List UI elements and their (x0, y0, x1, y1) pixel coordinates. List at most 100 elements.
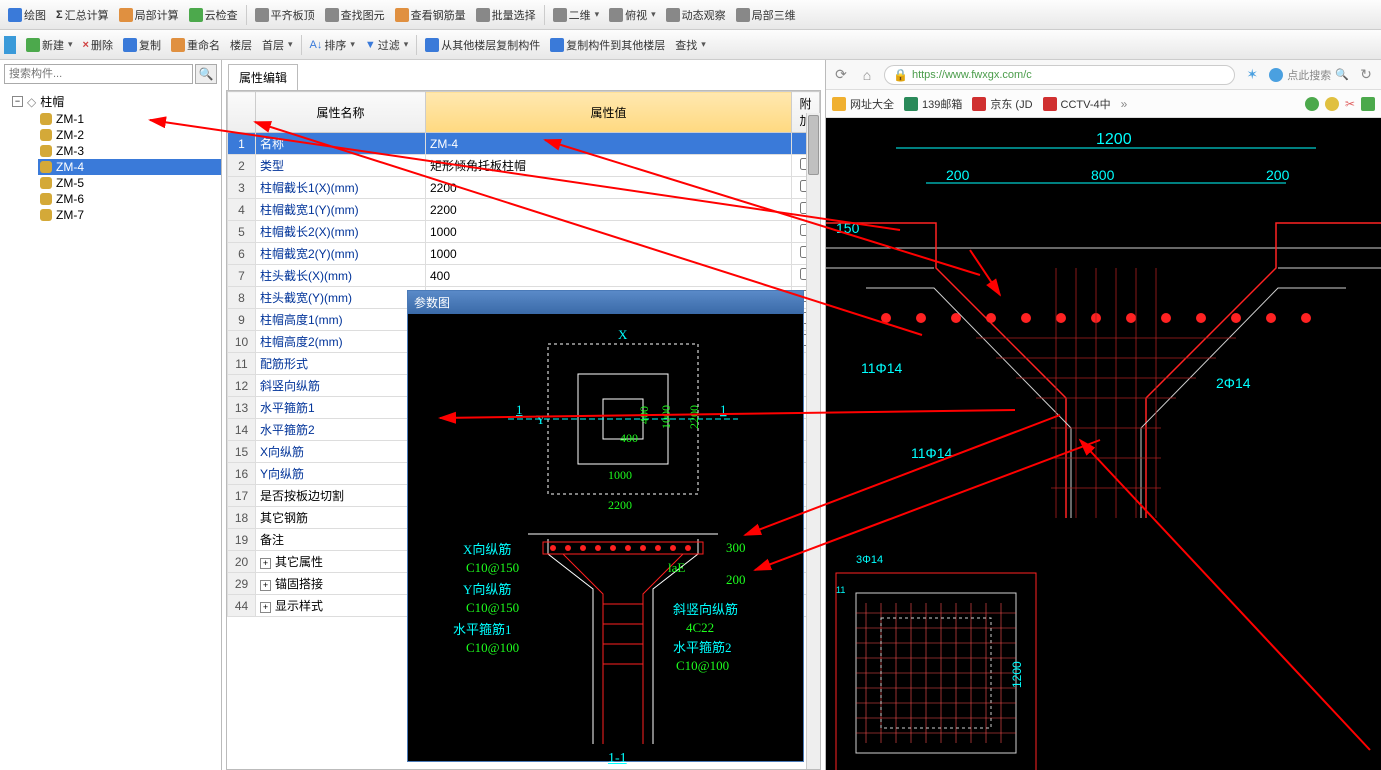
prop-name: 柱帽截宽1(Y)(mm) (256, 199, 426, 221)
dim-200a: 200 (946, 167, 970, 183)
tb-copyto[interactable]: 复制构件到其他楼层 (546, 35, 669, 55)
tb-sort[interactable]: A↓排序 (306, 35, 359, 55)
ext-icon-3[interactable] (1361, 97, 1375, 111)
prop-value[interactable]: 矩形倾角托板柱帽 (426, 155, 792, 177)
home-icon[interactable]: ⌂ (858, 66, 876, 84)
properties-tab[interactable]: 属性编辑 (228, 64, 298, 90)
bookmark-item[interactable]: CCTV-4中 (1043, 96, 1111, 112)
prop-row[interactable]: 2类型矩形倾角托板柱帽 (228, 155, 820, 177)
reload-icon[interactable]: ↻ (1357, 66, 1375, 84)
tb-floor-select[interactable]: 首层 (258, 35, 297, 55)
svg-text:Y向纵筋: Y向纵筋 (463, 582, 511, 597)
row-number: 18 (228, 507, 256, 529)
bookmark-item[interactable]: 京东 (JD (972, 96, 1032, 112)
tb-sum[interactable]: Σ 汇总计算 (52, 5, 113, 25)
gear-icon (40, 113, 52, 125)
search-button[interactable]: 🔍 (195, 64, 217, 84)
url-box[interactable]: 🔒 https://www.fwxgx.com/c (884, 65, 1235, 85)
properties-scrollbar[interactable] (806, 113, 820, 769)
tb-copyfrom[interactable]: 从其他楼层复制构件 (421, 35, 544, 55)
dim-1200-b: 1200 (1010, 661, 1024, 688)
refresh-icon[interactable]: ⟳ (832, 66, 850, 84)
row-number: 29 (228, 573, 256, 595)
svg-text:C10@100: C10@100 (466, 640, 519, 655)
prop-row[interactable]: 7柱头截长(X)(mm)400 (228, 265, 820, 287)
paw-icon (1269, 68, 1283, 82)
tb-local[interactable]: 局部计算 (115, 5, 183, 25)
tree-item-label: ZM-3 (56, 144, 84, 158)
prop-value[interactable]: ZM-4 (426, 133, 792, 155)
tree-item-zm-3[interactable]: ZM-3 (38, 143, 221, 159)
prop-row[interactable]: 1名称ZM-4 (228, 133, 820, 155)
svg-text:4C22: 4C22 (686, 620, 714, 635)
svg-text:C10@150: C10@150 (466, 560, 519, 575)
prop-value[interactable]: 400 (426, 265, 792, 287)
ext-scissors-icon[interactable]: ✂ (1345, 97, 1355, 111)
prop-value[interactable]: 2200 (426, 177, 792, 199)
svg-text:2200: 2200 (608, 498, 632, 512)
prop-row[interactable]: 6柱帽截宽2(Y)(mm)1000 (228, 243, 820, 265)
tb-slab[interactable]: 平齐板顶 (251, 5, 319, 25)
rebar-2phi14: 2Φ14 (1216, 375, 1251, 391)
tb-filter[interactable]: ▼过滤 (361, 35, 412, 55)
bookmark-item[interactable]: 139邮箱 (904, 96, 962, 112)
row-number: 19 (228, 529, 256, 551)
tb-cloud[interactable]: 云检查 (185, 5, 242, 25)
tree-item-zm-1[interactable]: ZM-1 (38, 111, 221, 127)
prop-name: 水平箍筋1 (256, 397, 426, 419)
tb-batch[interactable]: 批量选择 (472, 5, 540, 25)
tree-item-zm-4[interactable]: ZM-4 (38, 159, 221, 175)
parameter-diagram-window[interactable]: 参数图 X Y 1 1 400 400 1000 1000 2200 2200 (407, 290, 804, 762)
main-toolbar-2: 新建 ×删除 复制 重命名 楼层 首层 A↓排序 ▼过滤 从其他楼层复制构件 复… (0, 30, 1381, 60)
prop-value[interactable]: 2200 (426, 199, 792, 221)
tb-viewmode[interactable]: 二维 (549, 5, 604, 25)
tb-rebar[interactable]: 查看钢筋量 (391, 5, 470, 25)
svg-text:400: 400 (620, 431, 638, 445)
tb-3d[interactable]: 局部三维 (732, 5, 800, 25)
tb-topview[interactable]: 俯视 (605, 5, 660, 25)
ext-icon-2[interactable] (1325, 97, 1339, 111)
tb-draw[interactable]: 绘图 (4, 5, 50, 25)
bookmarks-more[interactable]: » (1121, 97, 1128, 111)
ext-icon-1[interactable] (1305, 97, 1319, 111)
prop-row[interactable]: 5柱帽截长2(X)(mm)1000 (228, 221, 820, 243)
prop-value[interactable]: 1000 (426, 221, 792, 243)
svg-text:C10@150: C10@150 (466, 600, 519, 615)
tree-item-zm-7[interactable]: ZM-7 (38, 207, 221, 223)
svg-text:X: X (618, 327, 628, 342)
prop-row[interactable]: 4柱帽截宽1(Y)(mm)2200 (228, 199, 820, 221)
tree-collapse-icon[interactable]: − (12, 96, 23, 107)
bookmark-icon (832, 97, 846, 111)
prop-row[interactable]: 3柱帽截长1(X)(mm)2200 (228, 177, 820, 199)
prop-value[interactable]: 1000 (426, 243, 792, 265)
param-diagram-title: 参数图 (408, 291, 803, 314)
search-icon[interactable]: 🔍 (1335, 68, 1349, 81)
row-number: 4 (228, 199, 256, 221)
tb-rename[interactable]: 重命名 (167, 35, 224, 55)
tree-item-zm-6[interactable]: ZM-6 (38, 191, 221, 207)
tb-new[interactable]: 新建 (22, 35, 77, 55)
tb-search2[interactable]: 查找 (671, 35, 710, 55)
tree-item-label: ZM-6 (56, 192, 84, 206)
tb-dyn[interactable]: 动态观察 (662, 5, 730, 25)
tree-item-zm-2[interactable]: ZM-2 (38, 127, 221, 143)
tree-root-icon: ◇ (27, 95, 36, 109)
dim-800: 800 (1091, 167, 1115, 183)
search-hint[interactable]: 点此搜索 (1287, 67, 1331, 83)
tree-root[interactable]: − ◇ 柱帽 (10, 92, 221, 111)
cad-drawing-view[interactable]: 1200 200 800 200 150 (826, 118, 1381, 770)
tree-item-zm-5[interactable]: ZM-5 (38, 175, 221, 191)
search-input[interactable] (4, 64, 193, 84)
row-number: 15 (228, 441, 256, 463)
bookmark-item[interactable]: 网址大全 (832, 96, 894, 112)
share-icon[interactable]: ✶ (1243, 66, 1261, 84)
row-number: 44 (228, 595, 256, 617)
prop-name: +显示样式 (256, 595, 426, 617)
tb-delete[interactable]: ×删除 (79, 35, 117, 55)
tb-copy[interactable]: 复制 (119, 35, 165, 55)
tb-find[interactable]: 查找图元 (321, 5, 389, 25)
row-number: 14 (228, 419, 256, 441)
bookmark-icon (904, 97, 918, 111)
row-number: 5 (228, 221, 256, 243)
svg-text:1000: 1000 (659, 405, 673, 429)
